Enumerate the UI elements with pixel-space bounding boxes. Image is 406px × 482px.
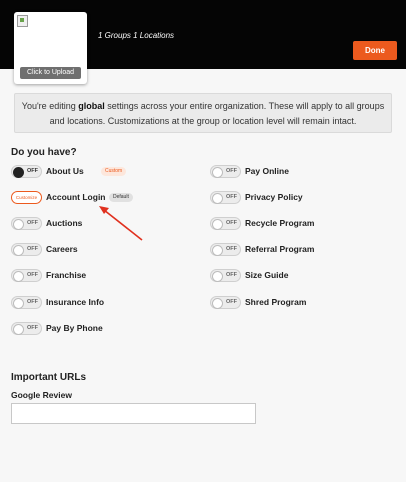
google-review-label: Google Review xyxy=(11,390,72,400)
upload-button[interactable]: Click to Upload xyxy=(20,67,81,79)
important-urls-heading: Important URLs xyxy=(11,372,86,383)
broken-image-icon xyxy=(17,15,28,27)
google-review-input[interactable] xyxy=(11,403,256,424)
logo-upload-box[interactable]: Click to Upload xyxy=(14,12,87,84)
